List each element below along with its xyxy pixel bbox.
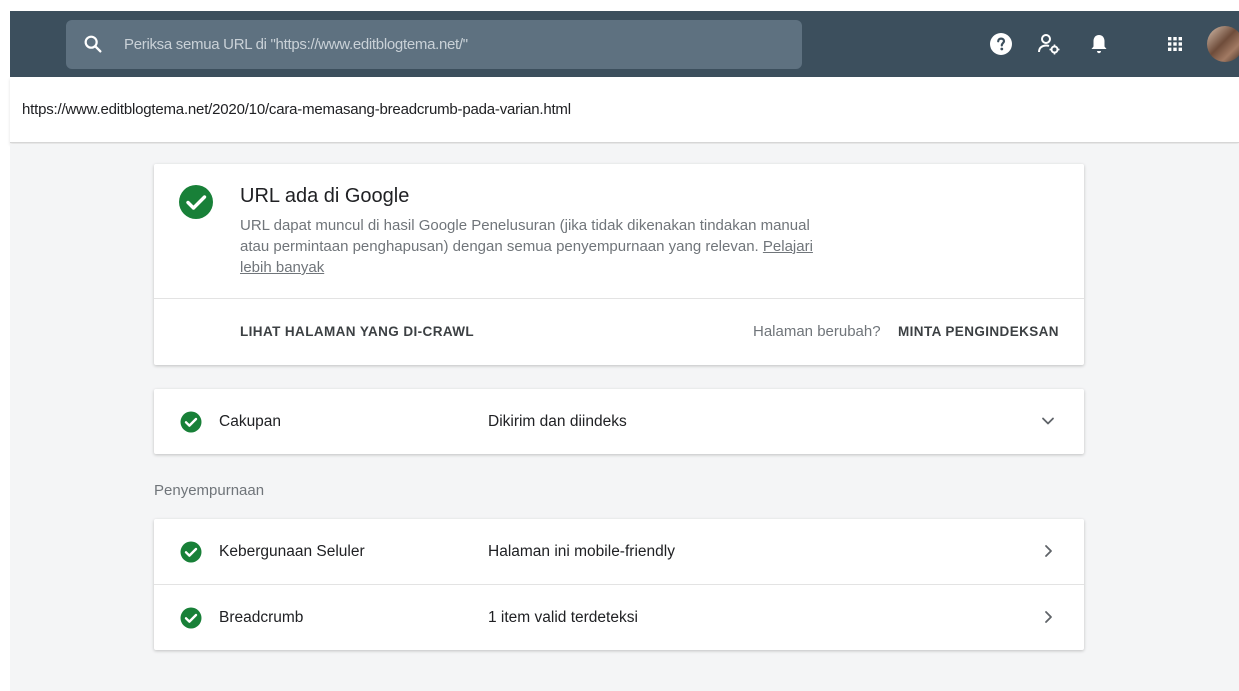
- check-circle-icon: [180, 607, 202, 629]
- coverage-row[interactable]: Cakupan Dikirim dan diindeks: [154, 389, 1084, 454]
- status-description: URL dapat muncul di hasil Google Penelus…: [240, 215, 830, 278]
- top-app-bar: [10, 11, 1239, 77]
- chevron-right-icon[interactable]: [1036, 605, 1060, 629]
- enhancement-value: Halaman ini mobile-friendly: [488, 543, 675, 560]
- apps-grid-icon[interactable]: [1163, 32, 1187, 56]
- enhancement-row-mobile-usability[interactable]: Kebergunaan Seluler Halaman ini mobile-f…: [154, 519, 1084, 585]
- inspected-url-bar: https://www.editblogtema.net/2020/10/car…: [10, 77, 1239, 143]
- check-circle-icon: [180, 411, 202, 433]
- check-circle-icon: [180, 541, 202, 563]
- chevron-down-icon[interactable]: [1036, 409, 1060, 433]
- inspection-content: URL ada di Google URL dapat muncul di ha…: [10, 144, 1239, 691]
- chevron-right-icon[interactable]: [1036, 539, 1060, 563]
- coverage-label: Cakupan: [219, 413, 282, 430]
- view-crawled-page-button[interactable]: LIHAT HALAMAN YANG DI-CRAWL: [240, 324, 474, 339]
- inspected-url: https://www.editblogtema.net/2020/10/car…: [22, 101, 571, 118]
- url-inspection-input[interactable]: [124, 20, 784, 69]
- coverage-card: Cakupan Dikirim dan diindeks: [154, 389, 1084, 454]
- card-divider: [154, 298, 1084, 299]
- enhancement-row-breadcrumb[interactable]: Breadcrumb 1 item valid terdeteksi: [154, 585, 1084, 650]
- enhancement-label: Breadcrumb: [219, 609, 304, 626]
- account-avatar[interactable]: [1207, 26, 1239, 62]
- help-icon[interactable]: [989, 32, 1013, 56]
- admin-settings-icon[interactable]: [1037, 32, 1061, 56]
- index-status-card: URL ada di Google URL dapat muncul di ha…: [154, 164, 1084, 365]
- status-title: URL ada di Google: [240, 185, 410, 207]
- status-description-text: URL dapat muncul di hasil Google Penelus…: [240, 217, 810, 255]
- check-circle-icon: [179, 185, 213, 219]
- notifications-icon[interactable]: [1087, 32, 1111, 56]
- enhancement-label: Kebergunaan Seluler: [219, 543, 365, 560]
- request-indexing-button[interactable]: MINTA PENGINDEKSAN: [898, 324, 1059, 339]
- coverage-value: Dikirim dan diindeks: [488, 413, 627, 430]
- page-changed-label: Halaman berubah?: [753, 323, 881, 340]
- enhancement-value: 1 item valid terdeteksi: [488, 609, 638, 626]
- search-icon: [84, 35, 102, 53]
- enhancements-card: Kebergunaan Seluler Halaman ini mobile-f…: [154, 519, 1084, 650]
- enhancements-section-label: Penyempurnaan: [154, 482, 265, 499]
- url-inspection-search-box[interactable]: [66, 20, 802, 69]
